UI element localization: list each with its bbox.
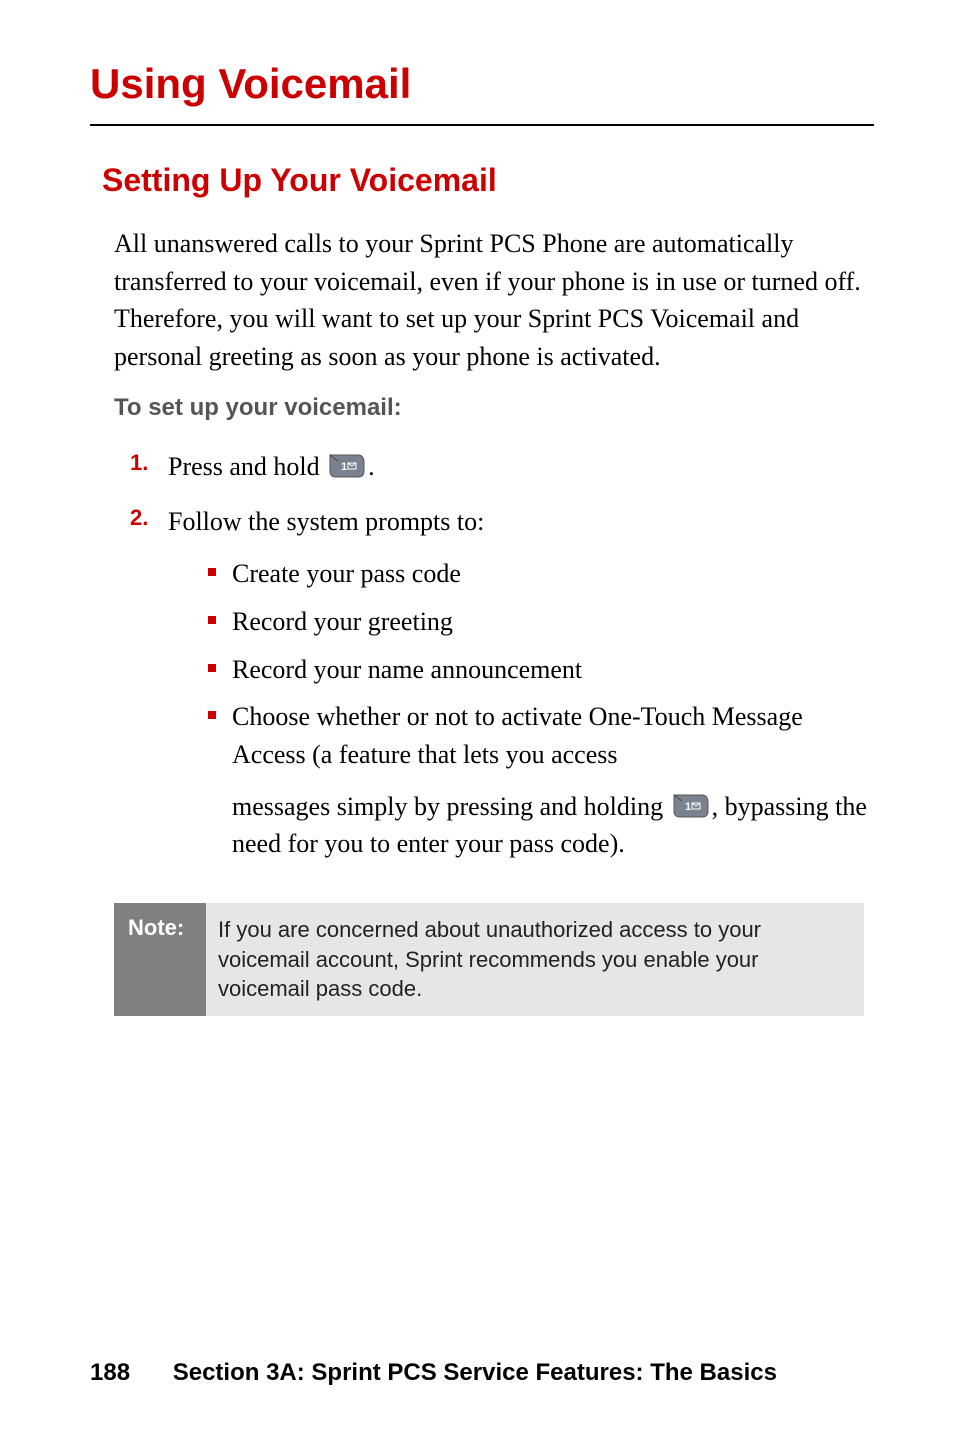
page-number: 188 bbox=[90, 1359, 130, 1386]
footer-section-text: Section 3A: Sprint PCS Service Features:… bbox=[173, 1359, 777, 1386]
step-2-text: Follow the system prompts to: bbox=[168, 507, 484, 536]
bullet-square-icon bbox=[208, 616, 216, 624]
bullet-3: Record your name announcement bbox=[208, 651, 874, 689]
bullet-2: Record your greeting bbox=[208, 603, 874, 641]
bullet-4: Choose whether or not to activate One-To… bbox=[208, 698, 874, 863]
step-2-bullets: Create your pass code Record your greeti… bbox=[208, 555, 874, 863]
step-2: 2. Follow the system prompts to: Create … bbox=[130, 503, 874, 873]
step-2-number: 2. bbox=[130, 503, 168, 873]
svg-text:1: 1 bbox=[685, 801, 691, 813]
bullet-1: Create your pass code bbox=[208, 555, 874, 593]
bullet-square-icon bbox=[208, 711, 216, 719]
bullet-1-text: Create your pass code bbox=[232, 555, 874, 593]
note-box: Note: If you are concerned about unautho… bbox=[114, 903, 864, 1016]
setup-steps: 1. Press and hold 1 . 2. Follow the syst… bbox=[130, 448, 874, 873]
key-1-icon: 1 bbox=[672, 792, 710, 818]
bullet-4-line1: Choose whether or not to activate One-To… bbox=[232, 702, 803, 769]
bullet-square-icon bbox=[208, 664, 216, 672]
bullet-4-text: Choose whether or not to activate One-To… bbox=[232, 698, 874, 863]
svg-text:1: 1 bbox=[341, 461, 347, 473]
step-1-content: Press and hold 1 . bbox=[168, 448, 874, 486]
step-1: 1. Press and hold 1 . bbox=[130, 448, 874, 486]
note-text: If you are concerned about unauthorized … bbox=[206, 903, 864, 1016]
step-1-number: 1. bbox=[130, 448, 168, 486]
section-title: Setting Up Your Voicemail bbox=[102, 162, 874, 199]
bullet-4-sub-pre: messages simply by pressing and holding bbox=[232, 792, 670, 821]
intro-paragraph: All unanswered calls to your Sprint PCS … bbox=[114, 225, 864, 376]
bullet-2-text: Record your greeting bbox=[232, 603, 874, 641]
bullet-4-sub: messages simply by pressing and holding … bbox=[232, 788, 874, 863]
setup-subheading: To set up your voicemail: bbox=[114, 394, 874, 422]
note-label: Note: bbox=[114, 903, 206, 1016]
bullet-3-text: Record your name announcement bbox=[232, 651, 874, 689]
page-footer: 188 Section 3A: Sprint PCS Service Featu… bbox=[90, 1359, 777, 1387]
key-1-icon: 1 bbox=[328, 452, 366, 478]
step-1-text-pre: Press and hold bbox=[168, 452, 326, 481]
step-2-content: Follow the system prompts to: Create you… bbox=[168, 503, 874, 873]
page-title: Using Voicemail bbox=[90, 60, 874, 126]
step-1-text-post: . bbox=[368, 452, 375, 481]
bullet-square-icon bbox=[208, 568, 216, 576]
